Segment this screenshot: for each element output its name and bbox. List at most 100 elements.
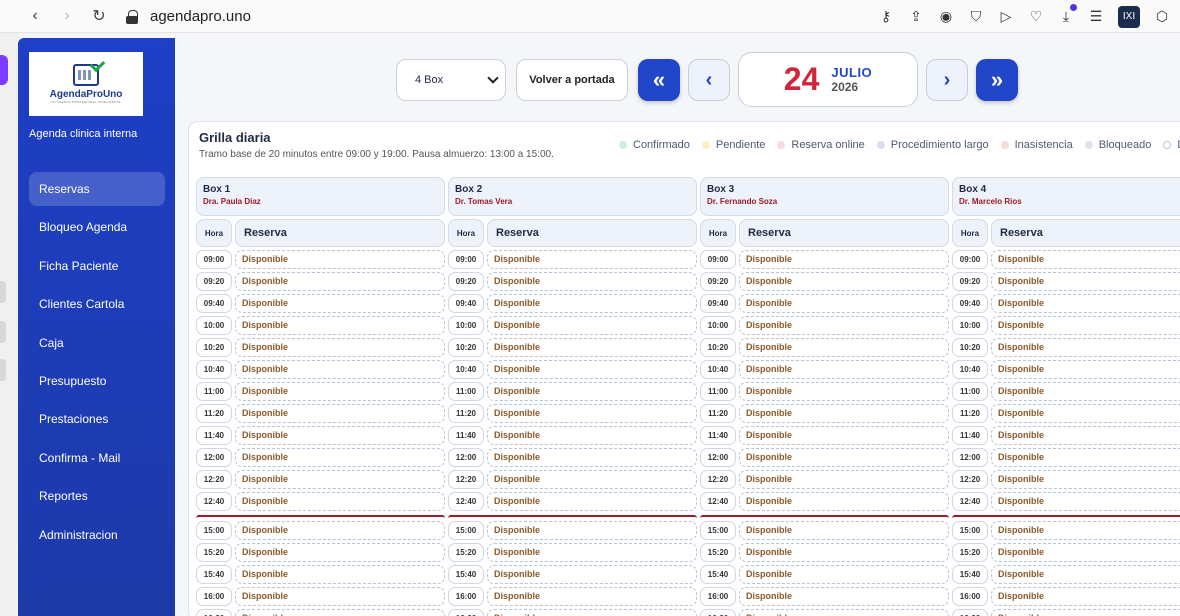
slot-available[interactable]: Disponible	[235, 587, 445, 606]
sidebar-item-bloqueo-agenda[interactable]: Bloqueo Agenda	[29, 210, 165, 244]
sidebar-item-ficha-paciente[interactable]: Ficha Paciente	[29, 249, 165, 283]
slot-available[interactable]: Disponible	[991, 543, 1180, 562]
slot-available[interactable]: Disponible	[235, 521, 445, 540]
slot-available[interactable]: Disponible	[487, 448, 697, 467]
slot-available[interactable]: Disponible	[739, 521, 949, 540]
slot-available[interactable]: Disponible	[235, 470, 445, 489]
slot-available[interactable]: Disponible	[991, 272, 1180, 291]
sidebar-item-caja[interactable]: Caja	[29, 326, 165, 360]
slot-available[interactable]: Disponible	[739, 294, 949, 313]
forward-icon[interactable]: ›	[60, 7, 74, 25]
slot-available[interactable]: Disponible	[739, 543, 949, 562]
slot-available[interactable]: Disponible	[487, 609, 697, 616]
next-day-button[interactable]: ›	[926, 59, 968, 101]
slot-available[interactable]: Disponible	[235, 543, 445, 562]
slot-available[interactable]: Disponible	[739, 448, 949, 467]
slot-available[interactable]: Disponible	[235, 492, 445, 511]
cube-icon[interactable]: ⬡	[1154, 8, 1170, 25]
slot-available[interactable]: Disponible	[235, 448, 445, 467]
slot-available[interactable]: Disponible	[235, 426, 445, 445]
slot-available[interactable]: Disponible	[487, 470, 697, 489]
slot-available[interactable]: Disponible	[487, 338, 697, 357]
extension-icon[interactable]: IXI	[1118, 5, 1140, 28]
slot-available[interactable]: Disponible	[487, 250, 697, 269]
slot-available[interactable]: Disponible	[235, 609, 445, 616]
slot-available[interactable]: Disponible	[235, 565, 445, 584]
slot-available[interactable]: Disponible	[235, 360, 445, 379]
logo[interactable]: AgendaProUno TU AGENDA PROFESIONAL INTEL…	[29, 52, 143, 116]
slot-available[interactable]: Disponible	[487, 360, 697, 379]
address-bar[interactable]: agendapro.uno	[150, 8, 251, 25]
slot-available[interactable]: Disponible	[487, 521, 697, 540]
slot-available[interactable]: Disponible	[739, 272, 949, 291]
sidebar-item-reservas[interactable]: Reservas	[29, 172, 165, 206]
slot-available[interactable]: Disponible	[235, 338, 445, 357]
back-icon[interactable]: ‹	[28, 7, 42, 25]
slot-available[interactable]: Disponible	[487, 272, 697, 291]
reload-icon[interactable]: ↻	[92, 6, 106, 26]
slot-available[interactable]: Disponible	[739, 470, 949, 489]
last-week-button[interactable]: »	[976, 59, 1018, 101]
prev-day-button[interactable]: ‹	[688, 59, 730, 101]
slot-available[interactable]: Disponible	[235, 272, 445, 291]
slot-available[interactable]: Disponible	[487, 492, 697, 511]
volver-portada-button[interactable]: Volver a portada	[516, 59, 628, 101]
download-icon[interactable]: ⤓	[1058, 4, 1077, 25]
sidebar-item-prestaciones[interactable]: Prestaciones	[29, 402, 165, 436]
slot-available[interactable]: Disponible	[487, 316, 697, 335]
slot-available[interactable]: Disponible	[739, 565, 949, 584]
slot-available[interactable]: Disponible	[739, 360, 949, 379]
shield-icon[interactable]: ⛉	[968, 8, 984, 25]
slot-available[interactable]: Disponible	[739, 404, 949, 423]
menu-icon[interactable]: ☰	[1088, 8, 1104, 25]
slot-available[interactable]: Disponible	[487, 587, 697, 606]
slot-available[interactable]: Disponible	[739, 382, 949, 401]
slot-available[interactable]: Disponible	[487, 294, 697, 313]
slot-available[interactable]: Disponible	[235, 250, 445, 269]
slot-available[interactable]: Disponible	[991, 609, 1180, 616]
side-app-icon[interactable]	[0, 55, 8, 85]
slot-available[interactable]: Disponible	[487, 382, 697, 401]
sidebar-item-confirma-mail[interactable]: Confirma - Mail	[29, 441, 165, 475]
slot-available[interactable]: Disponible	[739, 492, 949, 511]
slot-available[interactable]: Disponible	[487, 404, 697, 423]
slot-available[interactable]: Disponible	[991, 294, 1180, 313]
slot-available[interactable]: Disponible	[235, 404, 445, 423]
slot-available[interactable]: Disponible	[739, 587, 949, 606]
slot-available[interactable]: Disponible	[739, 426, 949, 445]
side-tab-icon[interactable]	[0, 281, 6, 303]
side-tab-icon[interactable]	[0, 321, 6, 343]
slot-available[interactable]: Disponible	[991, 360, 1180, 379]
slot-available[interactable]: Disponible	[991, 426, 1180, 445]
share-icon[interactable]: ⇪	[908, 8, 924, 25]
slot-available[interactable]: Disponible	[487, 543, 697, 562]
slot-available[interactable]: Disponible	[235, 294, 445, 313]
side-tab-icon[interactable]	[0, 359, 6, 381]
sidebar-item-administracion[interactable]: Administracion	[29, 518, 165, 552]
key-icon[interactable]: ⚷	[878, 8, 894, 25]
sidebar-item-clientes-cartola[interactable]: Clientes Cartola	[29, 287, 165, 321]
slot-available[interactable]: Disponible	[991, 565, 1180, 584]
sidebar-item-reportes[interactable]: Reportes	[29, 479, 165, 513]
slot-available[interactable]: Disponible	[739, 316, 949, 335]
send-icon[interactable]: ▷	[998, 8, 1014, 25]
heart-icon[interactable]: ♡	[1028, 8, 1044, 25]
slot-available[interactable]: Disponible	[235, 316, 445, 335]
slot-available[interactable]: Disponible	[487, 565, 697, 584]
first-week-button[interactable]: «	[638, 59, 680, 101]
slot-available[interactable]: Disponible	[991, 250, 1180, 269]
slot-available[interactable]: Disponible	[487, 426, 697, 445]
slot-available[interactable]: Disponible	[991, 470, 1180, 489]
slot-available[interactable]: Disponible	[991, 338, 1180, 357]
slot-available[interactable]: Disponible	[991, 404, 1180, 423]
slot-available[interactable]: Disponible	[235, 382, 445, 401]
slot-available[interactable]: Disponible	[991, 448, 1180, 467]
sidebar-item-presupuesto[interactable]: Presupuesto	[29, 364, 165, 398]
box-count-select[interactable]: 4 Box	[396, 59, 506, 101]
slot-available[interactable]: Disponible	[991, 587, 1180, 606]
camera-icon[interactable]: ◉	[938, 8, 954, 25]
slot-available[interactable]: Disponible	[739, 338, 949, 357]
slot-available[interactable]: Disponible	[991, 316, 1180, 335]
slot-available[interactable]: Disponible	[991, 492, 1180, 511]
slot-available[interactable]: Disponible	[739, 609, 949, 616]
